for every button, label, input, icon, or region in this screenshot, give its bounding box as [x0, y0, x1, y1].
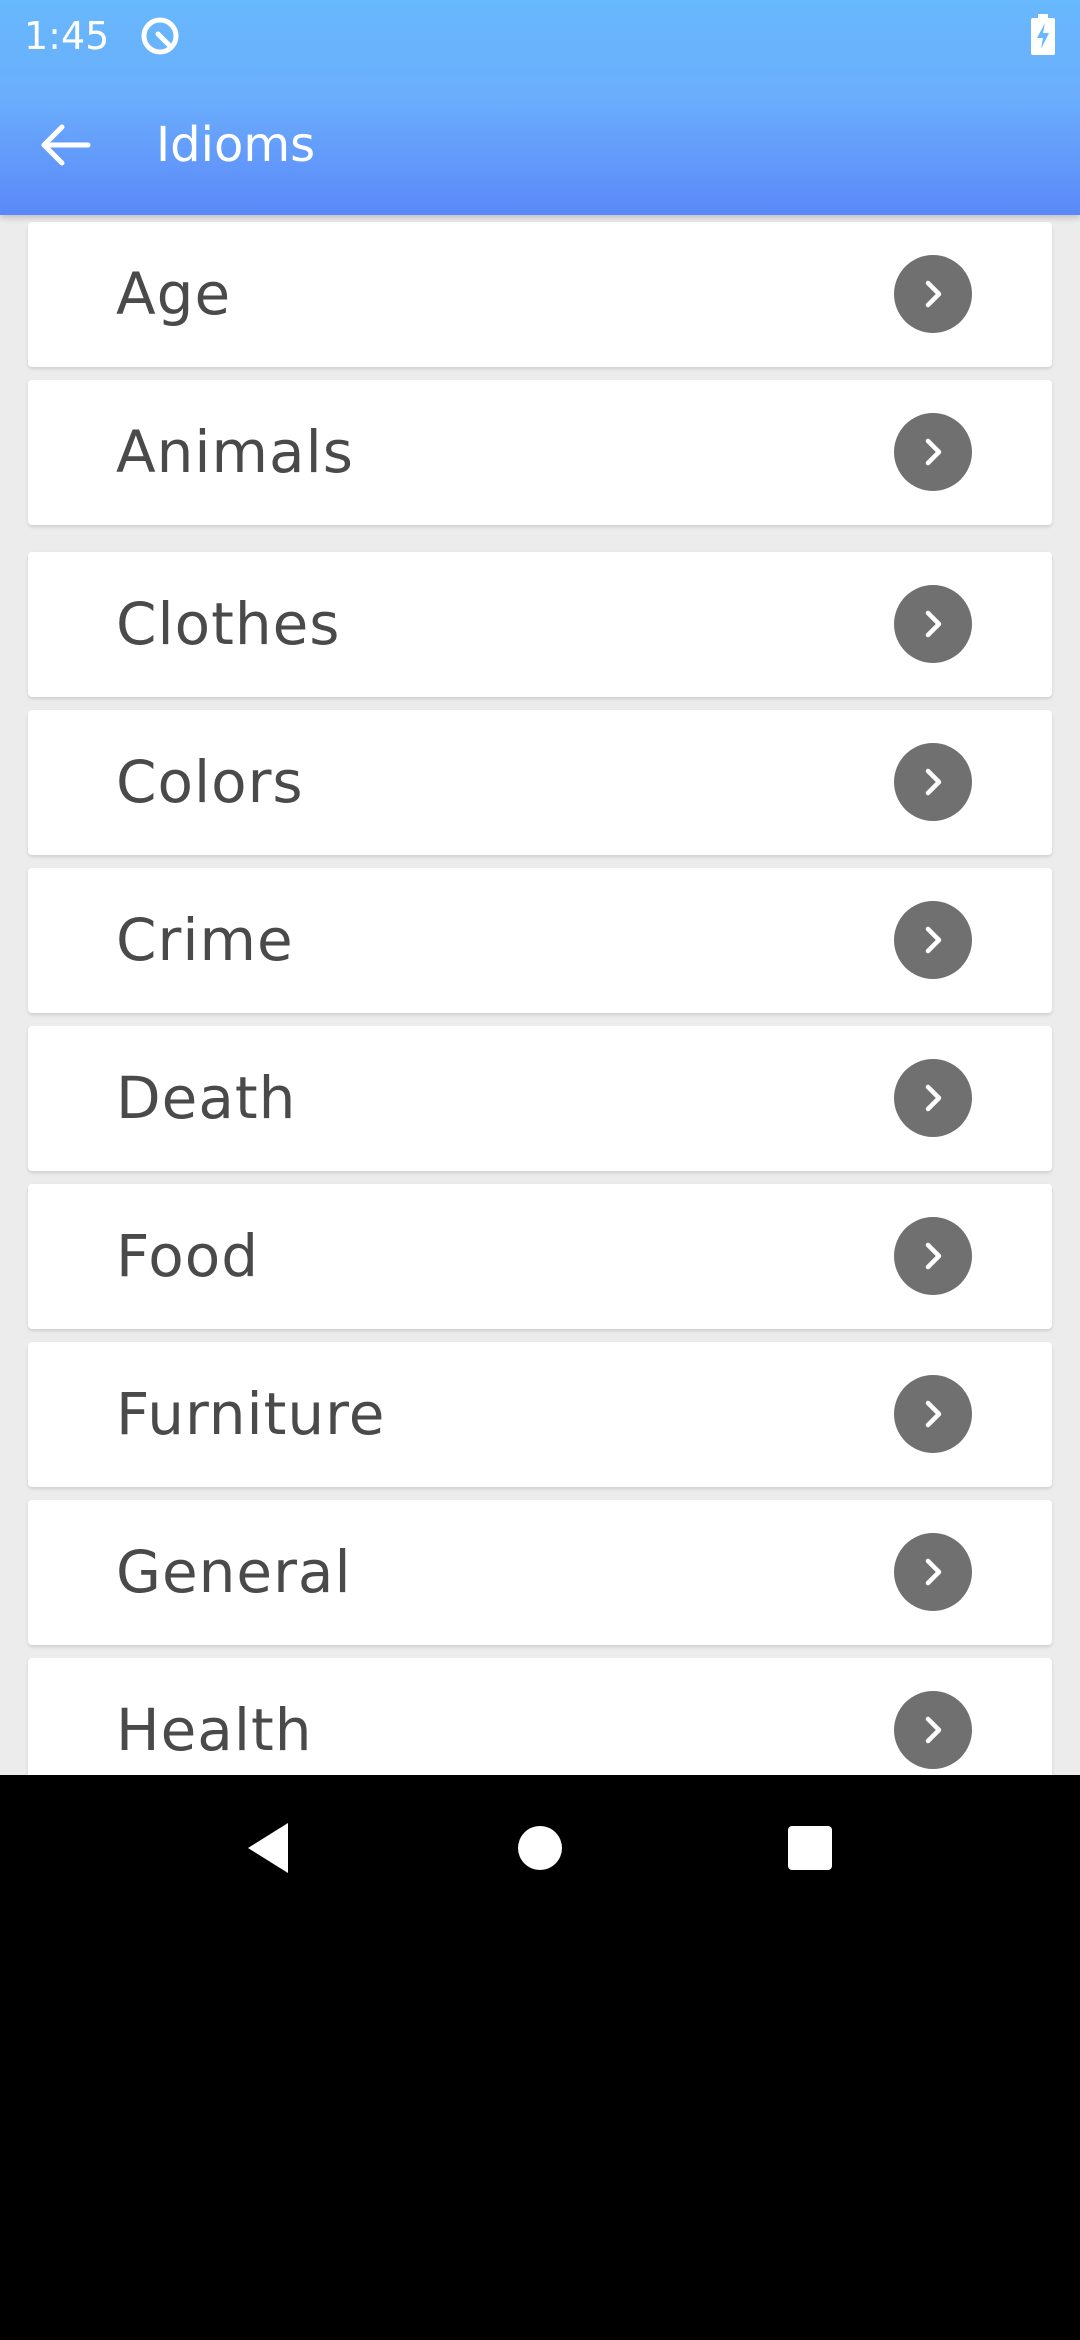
list-item-label: Age: [116, 260, 232, 328]
list-item-label: Death: [116, 1064, 297, 1132]
chevron-right-icon: [894, 1059, 972, 1137]
list-item-label: Animals: [116, 418, 354, 486]
recents-square-icon: [787, 1825, 833, 1871]
chevron-right-icon: [894, 1691, 972, 1769]
chevron-right-icon: [894, 255, 972, 333]
home-circle-icon: [517, 1825, 563, 1871]
system-nav-bar: [0, 1775, 1080, 1920]
arrow-left-icon: [38, 122, 92, 168]
nav-back-button[interactable]: [198, 1775, 338, 1920]
nav-home-button[interactable]: [470, 1775, 610, 1920]
list-item-label: Colors: [116, 748, 304, 816]
list-item-label: Crime: [116, 906, 294, 974]
back-button[interactable]: [30, 110, 100, 180]
list-item-food[interactable]: Food: [28, 1184, 1052, 1329]
list-item-label: Clothes: [116, 590, 341, 658]
list-item-age[interactable]: Age: [28, 222, 1052, 367]
chevron-right-icon: [894, 743, 972, 821]
chevron-right-icon: [894, 585, 972, 663]
list-item-health[interactable]: Health: [28, 1658, 1052, 1775]
list-item-furniture[interactable]: Furniture: [28, 1342, 1052, 1487]
chevron-right-icon: [894, 1375, 972, 1453]
sync-q-icon: [138, 14, 182, 58]
list-item-colors[interactable]: Colors: [28, 710, 1052, 855]
list-item-label: General: [116, 1538, 352, 1606]
status-time: 1:45: [24, 14, 110, 58]
list-item-label: Furniture: [116, 1380, 386, 1448]
chevron-right-icon: [894, 413, 972, 491]
chevron-right-icon: [894, 901, 972, 979]
nav-recents-button[interactable]: [740, 1775, 880, 1920]
page-title: Idioms: [156, 117, 316, 173]
back-triangle-icon: [244, 1821, 292, 1875]
app-bar: 1:45 Idioms: [0, 0, 1080, 215]
list-item-crime[interactable]: Crime: [28, 868, 1052, 1013]
list-item-label: Health: [116, 1696, 313, 1764]
list-item-label: Food: [116, 1222, 260, 1290]
app-content: Age Animals Clothes Colors Crime Death F…: [0, 0, 1080, 1775]
list-item-clothes[interactable]: Clothes: [28, 552, 1052, 697]
chevron-right-icon: [894, 1533, 972, 1611]
list-item-death[interactable]: Death: [28, 1026, 1052, 1171]
battery-charging-icon: [1030, 14, 1056, 56]
chevron-right-icon: [894, 1217, 972, 1295]
list-item-general[interactable]: General: [28, 1500, 1052, 1645]
list-item-animals[interactable]: Animals: [28, 380, 1052, 525]
